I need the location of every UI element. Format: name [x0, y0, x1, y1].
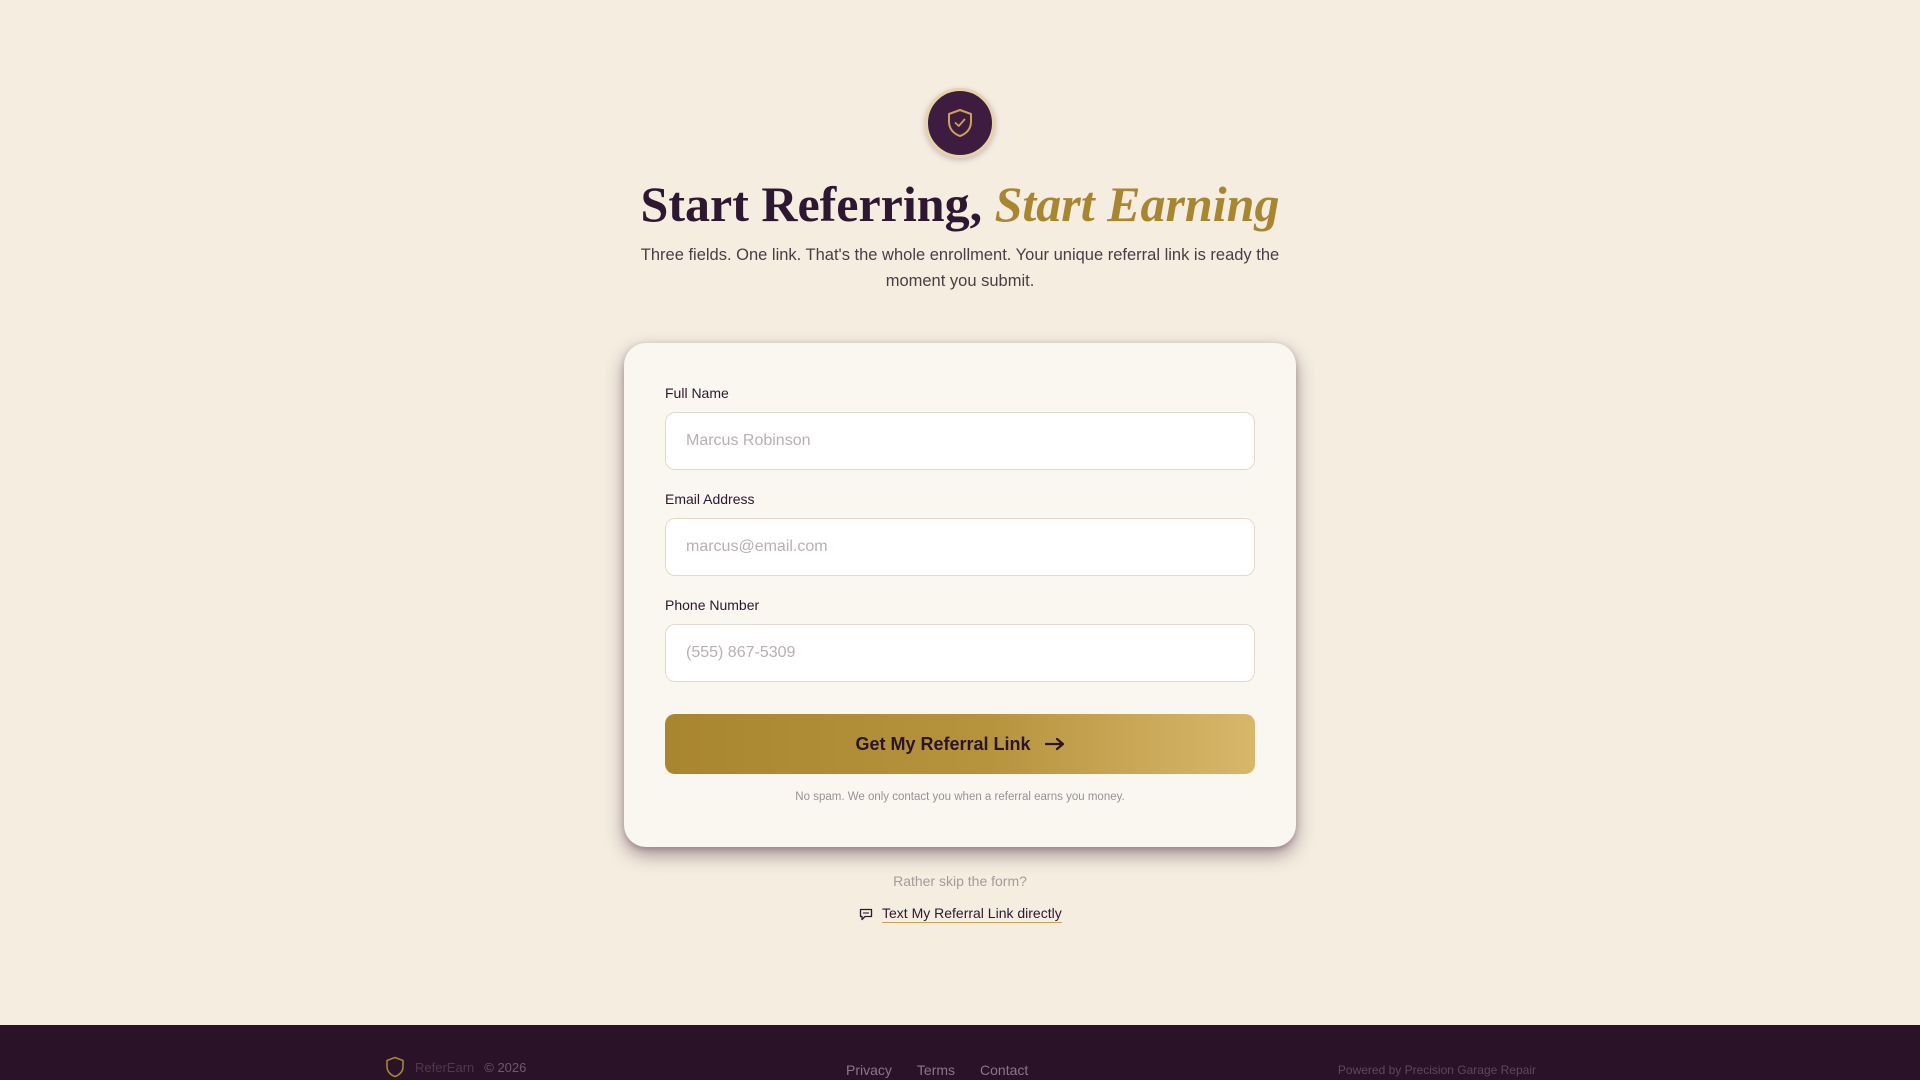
- page: Start Referring, Start Earning Three fie…: [0, 0, 1920, 1025]
- shield-check-icon: [948, 109, 972, 137]
- submit-button-label: Get My Referral Link: [855, 733, 1031, 754]
- text-referral-link-label: Text My Referral Link directly: [882, 905, 1062, 923]
- footer-link-terms[interactable]: Terms: [917, 1062, 955, 1078]
- skip-form-prompt: Rather skip the form?: [893, 873, 1027, 889]
- footer-brand-name: ReferEarn: [415, 1059, 475, 1075]
- arrow-right-icon: [1044, 737, 1064, 751]
- page-subtitle: Three fields. One link. That's the whole…: [640, 246, 1280, 290]
- email-label: Email Address: [665, 491, 755, 507]
- email-input[interactable]: [665, 518, 1255, 576]
- page-title: Start Referring, Start Earning: [0, 172, 1920, 236]
- chat-bubble-icon: [859, 908, 873, 920]
- get-referral-link-button[interactable]: Get My Referral Link: [665, 714, 1255, 774]
- full-name-input[interactable]: [665, 412, 1255, 470]
- footer-nav: Privacy Terms Contact: [846, 1062, 1028, 1078]
- title-accent: Start Earning: [994, 176, 1280, 232]
- fine-print: No spam. We only contact you when a refe…: [795, 791, 1125, 803]
- footer-brand: ReferEarn © 2026: [385, 1056, 526, 1078]
- shield-icon: [386, 1056, 404, 1078]
- footer-powered-by: Powered by Precision Garage Repair: [1337, 1063, 1536, 1077]
- full-name-label: Full Name: [665, 385, 729, 401]
- footer-link-contact[interactable]: Contact: [980, 1062, 1028, 1078]
- enrollment-form-card: Full Name Email Address Phone Number Get…: [624, 343, 1296, 847]
- title-main: Start Referring,: [640, 176, 995, 232]
- phone-label: Phone Number: [665, 597, 760, 613]
- footer-link-privacy[interactable]: Privacy: [846, 1062, 892, 1078]
- footer: ReferEarn © 2026 Privacy Terms Contact P…: [0, 1025, 1920, 1080]
- phone-input[interactable]: [665, 624, 1255, 682]
- logo-badge: [925, 88, 995, 158]
- text-referral-link[interactable]: Text My Referral Link directly: [859, 903, 1062, 925]
- footer-copyright: © 2026: [484, 1059, 527, 1075]
